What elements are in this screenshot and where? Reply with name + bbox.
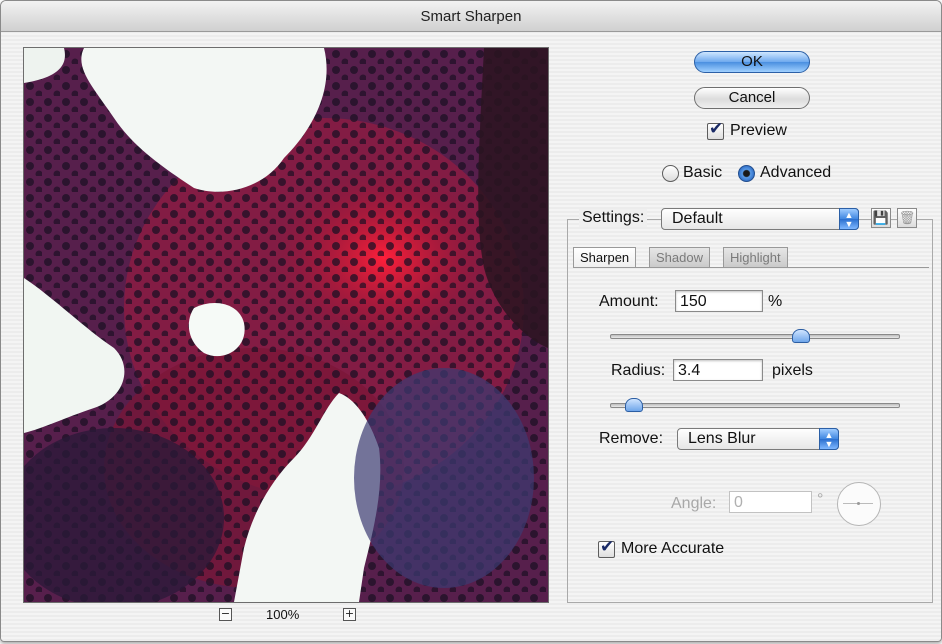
angle-dial[interactable]	[837, 482, 881, 526]
window-title: Smart Sharpen	[420, 8, 522, 25]
tab-sharpen[interactable]: Sharpen	[573, 247, 637, 268]
checkmark-icon: ✔	[709, 119, 724, 139]
title-bar[interactable]: Smart Sharpen	[1, 1, 941, 32]
radius-unit: pixels	[772, 362, 813, 379]
trash-icon[interactable]: 🗑	[897, 208, 917, 228]
tab-divider	[573, 267, 929, 268]
settings-value: Default	[672, 210, 723, 227]
advanced-radio[interactable]	[738, 165, 755, 182]
angle-field[interactable]: 0	[729, 491, 812, 513]
smart-sharpen-dialog: Smart Sharpen − 100% + OK Cancel ✔ Previ…	[0, 0, 942, 642]
zoom-out-button[interactable]: −	[219, 608, 232, 621]
tab-highlight[interactable]: Highlight	[723, 247, 788, 268]
amount-field[interactable]: 150	[675, 290, 763, 312]
tab-shadow[interactable]: Shadow	[649, 247, 710, 268]
angle-unit: °	[817, 491, 824, 508]
angle-label: Angle:	[671, 495, 717, 512]
radius-slider-track[interactable]	[610, 403, 900, 408]
ok-button[interactable]: OK	[694, 51, 810, 73]
remove-value: Lens Blur	[688, 430, 756, 447]
amount-slider-track[interactable]	[610, 334, 900, 339]
radius-label: Radius:	[611, 362, 666, 379]
updown-arrows-icon: ▲ ▼	[839, 208, 859, 230]
radius-field[interactable]: 3.4	[673, 359, 763, 381]
settings-label: Settings:	[579, 209, 648, 227]
zoom-in-button[interactable]: +	[343, 608, 356, 621]
remove-select[interactable]: Lens Blur ▲ ▼	[677, 428, 839, 450]
cancel-button[interactable]: Cancel	[694, 87, 810, 109]
more-accurate-label: More Accurate	[621, 540, 725, 557]
settings-select[interactable]: Default ▲ ▼	[661, 208, 859, 230]
basic-label: Basic	[683, 164, 723, 181]
tab-bar: Sharpen Shadow Highlight	[573, 247, 929, 268]
zoom-level: 100%	[266, 607, 300, 622]
checkmark-icon: ✔	[600, 537, 615, 557]
updown-arrows-icon: ▲ ▼	[819, 428, 839, 450]
preview-label: Preview	[730, 122, 787, 139]
advanced-label: Advanced	[760, 164, 832, 181]
save-settings-icon[interactable]: 💾	[871, 208, 891, 228]
remove-label: Remove:	[599, 430, 664, 447]
amount-label: Amount:	[599, 293, 659, 310]
more-accurate-checkbox[interactable]: ✔	[598, 537, 615, 558]
dial-center	[857, 502, 860, 505]
preview-checkbox[interactable]: ✔	[707, 119, 724, 140]
preview-image	[24, 48, 548, 602]
amount-unit: %	[768, 293, 783, 310]
basic-radio[interactable]	[662, 165, 679, 182]
zoom-controls: − 100% +	[211, 605, 371, 625]
image-preview[interactable]	[23, 47, 549, 603]
